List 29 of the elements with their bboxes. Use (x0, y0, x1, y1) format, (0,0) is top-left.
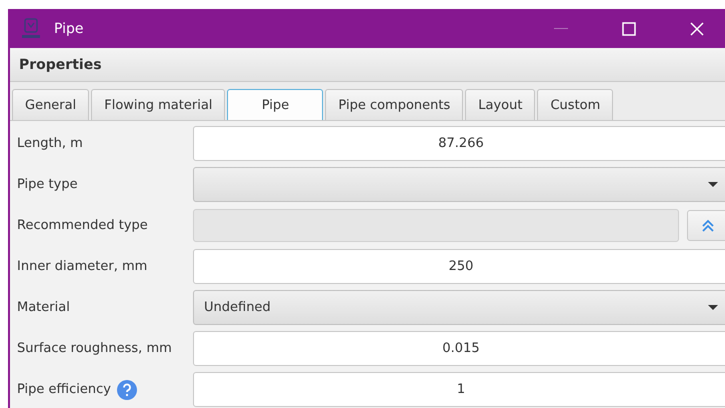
field-label: Surface roughness, mm (17, 341, 172, 356)
double-chevron-up-icon (701, 218, 715, 232)
help-icon[interactable] (116, 380, 137, 400)
close-icon (690, 22, 704, 36)
tab[interactable]: Pipe (227, 89, 324, 120)
field-label: Inner diameter, mm (17, 259, 148, 274)
tab[interactable]: Flowing material (91, 89, 226, 120)
field-label: Pipe type (17, 177, 78, 192)
field-label: Pipe efficiency (17, 382, 111, 397)
maximize-icon (622, 22, 636, 36)
panel-title: Properties (19, 56, 102, 72)
input-field[interactable]: 250 (193, 249, 725, 284)
window-title: Pipe (54, 20, 85, 36)
field-label: Recommended type (17, 218, 148, 233)
input-field[interactable]: 0.015 (193, 331, 725, 366)
field-label: Material (17, 300, 70, 315)
caret-icon (708, 182, 718, 187)
input-field[interactable]: 87.266 (193, 126, 725, 161)
minimize-icon (554, 28, 568, 30)
input-field[interactable]: 1 (193, 372, 725, 407)
field-label: Length, m (17, 136, 83, 151)
apply-button[interactable] (687, 210, 725, 241)
tab[interactable]: Layout (465, 89, 536, 120)
tab[interactable]: Custom (537, 89, 614, 120)
dropdown[interactable]: Undefined (193, 290, 725, 325)
caret-icon (708, 305, 718, 310)
tab[interactable]: Pipe components (325, 89, 464, 120)
logo-icon (20, 18, 42, 40)
tab[interactable]: General (12, 89, 90, 120)
